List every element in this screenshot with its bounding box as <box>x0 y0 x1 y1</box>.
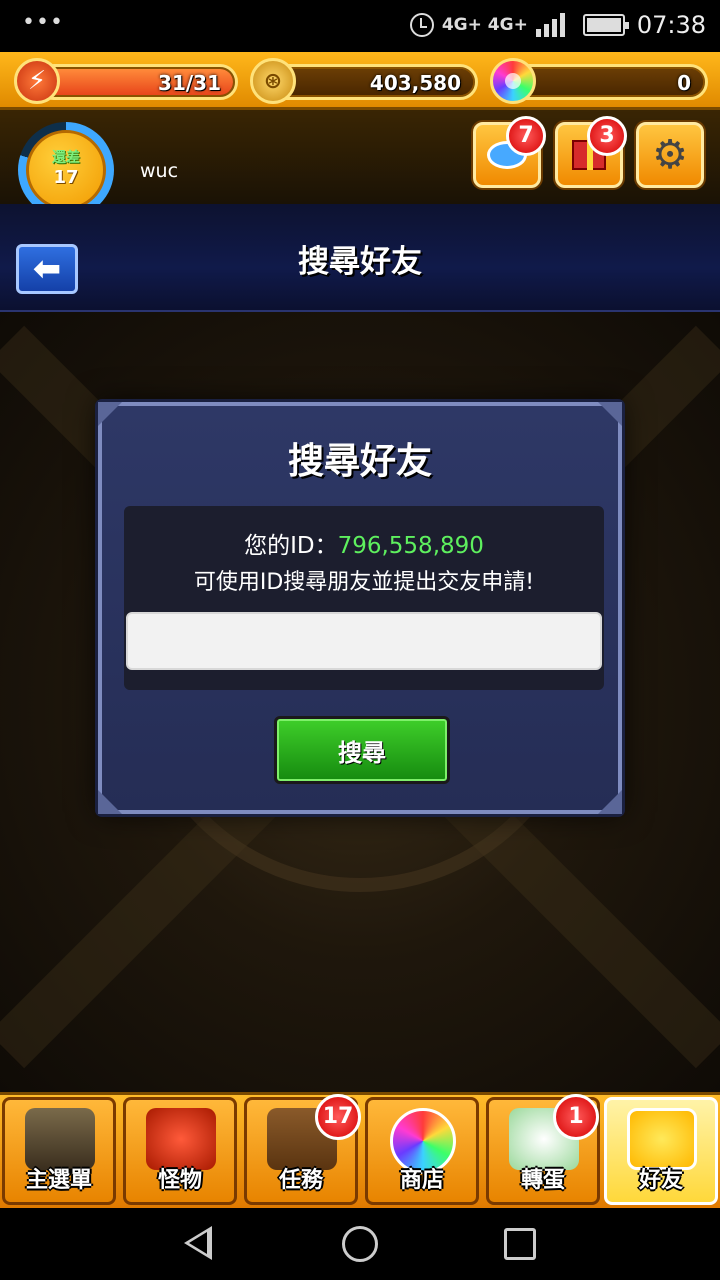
page-title: 搜尋好友 <box>298 244 422 280</box>
friends-icon <box>627 1108 697 1170</box>
gacha-badge: 1 <box>553 1094 599 1140</box>
nav-back-icon[interactable] <box>184 1226 212 1260</box>
menu-dots-icon: ••• <box>22 10 64 35</box>
menu-item-label: 主選單 <box>25 1168 92 1193</box>
chat-badge: 7 <box>506 116 546 156</box>
hud-resource-bar: 31/31 ⚡ 403,580 ⊛ 0 <box>0 52 720 110</box>
home-gate-icon <box>25 1108 95 1170</box>
coin-bar: 403,580 <box>268 64 478 100</box>
signal-icon <box>535 13 565 37</box>
nav-home-icon[interactable] <box>342 1226 378 1262</box>
orb-fill <box>507 69 703 95</box>
rank-label: 還差 <box>52 150 80 166</box>
status-bar: ••• 4G+ 4G+ 07:38 <box>0 0 720 52</box>
menu-item-label: 好友 <box>638 1168 683 1193</box>
friend-id-input[interactable] <box>126 612 602 670</box>
your-id-value: 796,558,890 <box>337 533 484 559</box>
gear-icon: ⚙ <box>652 132 688 178</box>
rank-avatar[interactable]: 還差 17 <box>26 130 106 210</box>
your-id-line: 您的ID：796,558,890 <box>124 526 604 560</box>
settings-button[interactable]: ⚙ <box>636 122 704 188</box>
menu-item-label: 轉蛋 <box>520 1168 565 1193</box>
navigation-bar <box>0 1208 720 1280</box>
title-bar: ⬅ 搜尋好友 <box>0 204 720 312</box>
menu-item-label: 任務 <box>278 1168 323 1193</box>
coin-value: 403,580 <box>369 71 461 95</box>
menu-item-monsters[interactable]: 怪物 <box>123 1097 237 1205</box>
stamina-value: 31/31 <box>158 71 221 95</box>
gift-badge: 3 <box>587 116 627 156</box>
orb-value: 0 <box>677 71 691 95</box>
battery-icon <box>582 14 629 36</box>
menu-item-shop[interactable]: 商店 <box>365 1097 479 1205</box>
id-panel: 您的ID：796,558,890 可使用ID搜尋朋友並提出交友申請! <box>124 506 604 690</box>
menu-item-label: 商店 <box>399 1168 444 1193</box>
search-friend-dialog: 搜尋好友 您的ID：796,558,890 可使用ID搜尋朋友並提出交友申請! … <box>98 402 622 814</box>
menu-item-label: 怪物 <box>157 1168 202 1193</box>
dialog-corner <box>98 790 122 814</box>
search-button[interactable]: 搜尋 <box>274 716 450 784</box>
menu-item-main[interactable]: 主選單 <box>2 1097 116 1205</box>
username: wuc <box>140 160 179 182</box>
status-icons: 4G+ 4G+ 07:38 <box>409 8 706 42</box>
lightning-icon: ⚡ <box>14 58 60 104</box>
dialog-title: 搜尋好友 <box>287 441 432 482</box>
quest-badge: 17 <box>315 1094 361 1140</box>
your-id-label: 您的ID： <box>244 533 338 559</box>
stamina-bar: 31/31 <box>36 64 238 100</box>
network-type: 4G+ 4G+ <box>441 15 528 35</box>
coin-icon: ⊛ <box>250 58 296 104</box>
dialog-corner <box>598 790 622 814</box>
search-hint: 可使用ID搜尋朋友並提出交友申請! <box>193 570 535 595</box>
clock: 07:38 <box>636 11 706 39</box>
rainbow-orb-icon <box>490 58 536 104</box>
dialog-corner <box>98 402 122 426</box>
menu-item-friends[interactable]: 好友 <box>604 1097 718 1205</box>
rank-number: 17 <box>53 167 79 188</box>
alarm-icon <box>409 13 434 37</box>
nav-recent-apps-icon[interactable] <box>504 1228 536 1260</box>
monster-icon <box>146 1108 216 1170</box>
dialog-corner <box>598 402 622 426</box>
